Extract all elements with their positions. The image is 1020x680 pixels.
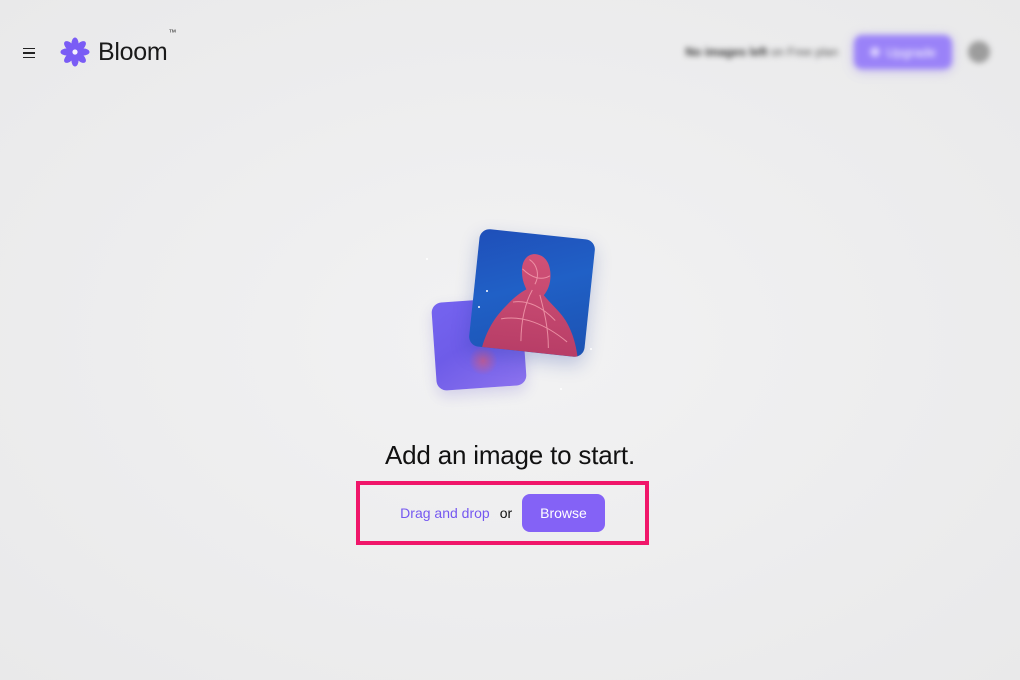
upload-actions: Drag and drop or Browse: [356, 481, 649, 545]
flower-logo-icon: [60, 37, 90, 67]
or-label: or: [499, 505, 513, 521]
logo[interactable]: Bloom™: [60, 27, 177, 68]
header: Bloom™ No images left on Free plan Upgra…: [0, 0, 1020, 100]
image-card-front: [468, 228, 596, 358]
page: Bloom™ No images left on Free plan Upgra…: [0, 0, 1020, 680]
header-right: No images left on Free plan Upgrade: [685, 34, 990, 70]
drag-and-drop-link[interactable]: Drag and drop: [400, 505, 490, 521]
page-title: Add an image to start.: [385, 440, 635, 470]
figure-image-icon: [482, 254, 578, 358]
avatar[interactable]: [968, 41, 990, 63]
sparkle-icon: [870, 47, 881, 57]
upgrade-button[interactable]: Upgrade: [854, 35, 952, 69]
browse-button[interactable]: Browse: [522, 494, 605, 532]
credits-status: No images left on Free plan: [685, 45, 839, 59]
hamburger-menu-icon[interactable]: [19, 44, 39, 62]
upload-illustration: [420, 228, 600, 398]
logo-text: Bloom™: [98, 27, 177, 66]
